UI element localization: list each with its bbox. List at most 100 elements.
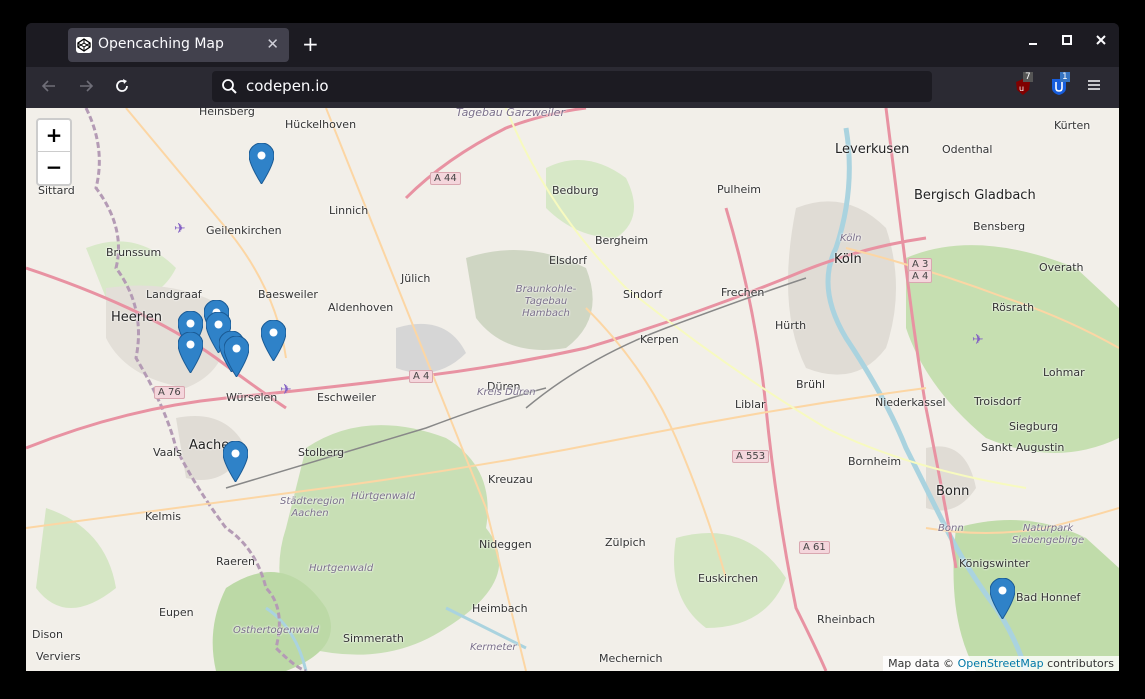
tab-opencaching-map[interactable]: Opencaching Map ✕: [68, 28, 289, 62]
menu-icon[interactable]: [1086, 77, 1102, 98]
svg-text:u: u: [1019, 84, 1024, 93]
area-label: Kreis Düren: [477, 387, 536, 398]
place-label: Rösrath: [992, 301, 1035, 314]
tab-close-icon[interactable]: ✕: [266, 35, 279, 53]
place-label: Köln: [834, 252, 862, 267]
place-label: Hückelhoven: [285, 118, 357, 131]
place-label: Leverkusen: [835, 142, 910, 157]
place-label: Troisdorf: [974, 395, 1022, 408]
place-label: Aldenhoven: [328, 301, 394, 314]
map-view[interactable]: Heinsberg Hückelhoven Sittard Geilenkirc…: [26, 108, 1119, 671]
new-tab-icon[interactable]: +: [302, 34, 319, 54]
geocache-marker-icon[interactable]: [178, 332, 203, 373]
area-label: Tagebau Garzweiler: [456, 108, 565, 119]
place-label: Linnich: [329, 204, 369, 217]
road-shield: A 553: [732, 450, 770, 463]
url-text: codepen.io: [246, 77, 329, 95]
place-label: Mechernich: [599, 652, 663, 665]
area-label: Hurtgenwald: [309, 563, 374, 574]
place-label: Königswinter: [959, 557, 1030, 570]
ublock-extension-icon[interactable]: u 7: [1014, 72, 1033, 96]
place-label: Bergisch Gladbach: [914, 188, 1036, 203]
place-label: Dison: [32, 628, 63, 641]
road-shield: A 44: [430, 172, 461, 185]
place-label: Liblar: [735, 398, 766, 411]
back-icon[interactable]: [40, 77, 58, 100]
area-label: Köln: [840, 233, 862, 244]
road-shield: A 76: [154, 386, 185, 399]
navigation-bar: codepen.io u 7 1: [26, 67, 1119, 108]
place-label: Lohmar: [1043, 366, 1085, 379]
map-attribution: Map data © OpenStreetMap contributors: [883, 656, 1119, 671]
bitwarden-extension-icon[interactable]: 1: [1050, 72, 1070, 96]
attribution-suffix: contributors: [1047, 657, 1114, 670]
geocache-marker-icon[interactable]: [224, 336, 249, 377]
place-label: Bonn: [936, 484, 970, 499]
place-label: Sindorf: [623, 288, 663, 301]
place-label: Eschweiler: [317, 391, 376, 404]
place-label: Kelmis: [145, 510, 181, 523]
place-label: Frechen: [721, 286, 765, 299]
area-label: Naturpark Siebengebirge: [1011, 523, 1085, 546]
place-label: Raeren: [216, 555, 255, 568]
place-label: Zülpich: [605, 536, 646, 549]
tab-title: Opencaching Map: [98, 36, 224, 52]
road-shield: A 61: [799, 541, 830, 554]
geocache-marker-icon[interactable]: [223, 441, 248, 482]
place-label: Würselen: [226, 391, 278, 404]
minimize-icon[interactable]: [1026, 33, 1040, 51]
close-window-icon[interactable]: [1094, 33, 1108, 51]
place-label: Overath: [1039, 261, 1084, 274]
place-label: Heimbach: [472, 602, 528, 615]
place-label: Vaals: [153, 446, 182, 459]
place-label: Landgraaf: [146, 288, 202, 301]
place-label: Heinsberg: [199, 108, 255, 118]
search-icon: [222, 79, 237, 94]
area-label: Kermeter: [470, 642, 517, 653]
place-label: Bensberg: [973, 220, 1026, 233]
place-label: Bad Honnef: [1016, 591, 1081, 604]
area-label: Bonn: [938, 523, 964, 534]
place-label: Heerlen: [111, 310, 162, 325]
place-label: Brunssum: [106, 246, 162, 259]
codepen-favicon-icon: [76, 37, 92, 53]
ublock-badge: 7: [1023, 72, 1033, 82]
road-shield: A 4: [409, 370, 434, 383]
place-label: Nideggen: [479, 538, 532, 551]
bitwarden-badge: 1: [1060, 72, 1070, 82]
place-label: Baesweiler: [258, 288, 318, 301]
place-label: Jülich: [401, 272, 431, 285]
place-label: Pulheim: [717, 183, 761, 196]
zoom-out-button[interactable]: −: [38, 152, 70, 183]
maximize-icon[interactable]: [1060, 33, 1074, 51]
place-label: Niederkassel: [875, 396, 946, 409]
place-label: Stolberg: [298, 446, 345, 459]
place-label: Simmerath: [343, 632, 404, 645]
place-label: Bergheim: [595, 234, 649, 247]
place-label: Eupen: [159, 606, 194, 619]
geocache-marker-icon[interactable]: [261, 320, 286, 361]
place-label: Kreuzau: [488, 473, 533, 486]
openstreetmap-link[interactable]: OpenStreetMap: [958, 657, 1044, 670]
place-label: Rheinbach: [817, 613, 876, 626]
reload-icon[interactable]: [113, 77, 131, 100]
airport-icon: ✈: [972, 332, 984, 348]
place-label: Bedburg: [552, 184, 599, 197]
area-label: Braunkohle-Tagebau Hambach: [515, 284, 577, 319]
place-label: Euskirchen: [698, 572, 759, 585]
geocache-marker-icon[interactable]: [990, 578, 1015, 619]
place-label: Verviers: [36, 650, 81, 663]
tab-bar: Opencaching Map ✕ +: [26, 23, 1119, 67]
attribution-prefix: Map data ©: [888, 657, 955, 670]
place-label: Kerpen: [640, 333, 679, 346]
zoom-control: + −: [36, 118, 72, 186]
zoom-in-button[interactable]: +: [38, 120, 70, 152]
forward-icon[interactable]: [77, 77, 95, 100]
place-label: Brühl: [796, 378, 826, 391]
geocache-marker-icon[interactable]: [249, 143, 274, 184]
place-label: Elsdorf: [549, 254, 587, 267]
browser-window: Opencaching Map ✕ + codepen.io u 7 1 Hei…: [26, 23, 1119, 671]
road-shield: A 4: [908, 270, 933, 283]
airport-icon: ✈: [280, 382, 292, 398]
url-bar[interactable]: codepen.io: [212, 71, 932, 102]
